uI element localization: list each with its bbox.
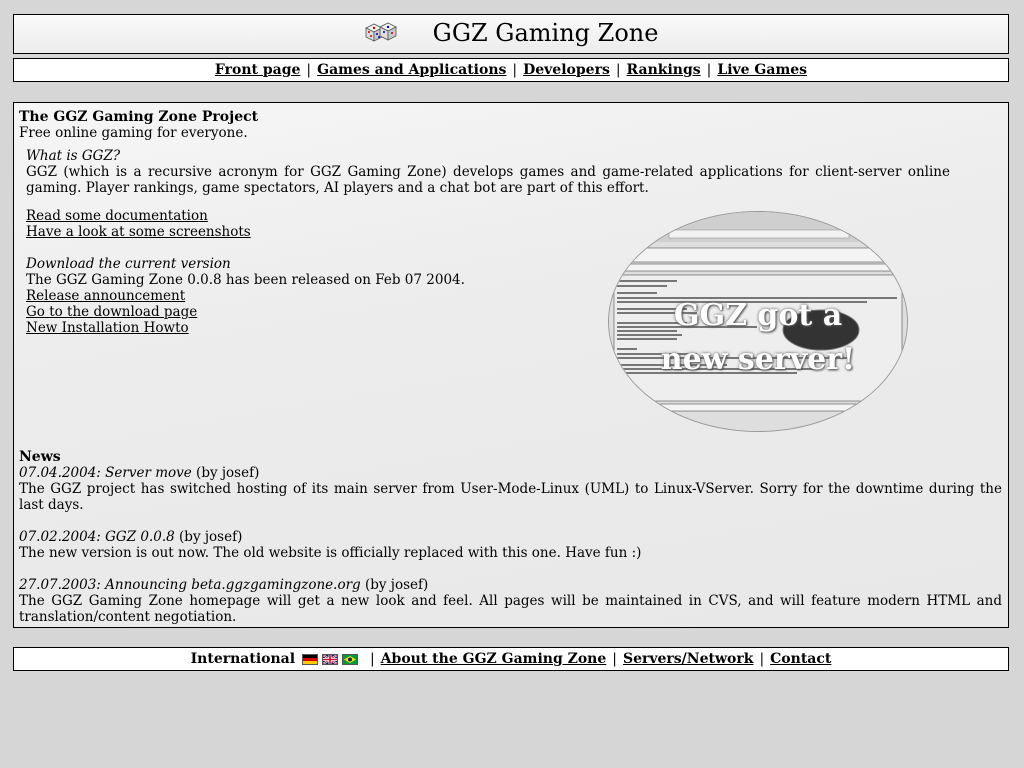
news-date: 07.04.2004: bbox=[19, 465, 101, 481]
news-author: (by josef) bbox=[179, 529, 243, 545]
news-author: (by josef) bbox=[196, 465, 260, 481]
nav-separator: | bbox=[706, 62, 712, 78]
german-flag-icon[interactable] bbox=[301, 653, 318, 665]
screenshot-overlay-text: GGZ got a new server! bbox=[609, 294, 907, 382]
news-date: 27.07.2003: bbox=[19, 577, 101, 593]
servers-network-link[interactable]: Servers/Network bbox=[623, 651, 753, 667]
what-is-ggz-section: What is GGZ? bbox=[26, 148, 1002, 164]
header-bar: GGZ Gaming Zone bbox=[13, 14, 1009, 54]
documentation-link[interactable]: Read some documentation bbox=[26, 208, 208, 224]
contact-link[interactable]: Contact bbox=[770, 651, 831, 667]
nav-front-page[interactable]: Front page bbox=[215, 62, 300, 78]
project-title: The GGZ Gaming Zone Project bbox=[19, 109, 259, 125]
news-item: 07.04.2004: Server move (by josef) The G… bbox=[19, 465, 1002, 513]
overlay-line: GGZ got a bbox=[673, 298, 843, 333]
news-text: The new version is out now. The old webs… bbox=[19, 545, 642, 561]
international-label: International bbox=[190, 651, 296, 667]
nav-developers[interactable]: Developers bbox=[523, 62, 610, 78]
tagline: Free online gaming for everyone. bbox=[19, 125, 248, 141]
footer-separator: | bbox=[369, 651, 375, 667]
nav-games-and-applications[interactable]: Games and Applications bbox=[317, 62, 506, 78]
what-is-ggz-heading: What is GGZ? bbox=[26, 148, 121, 164]
about-ggz-link[interactable]: About the GGZ Gaming Zone bbox=[381, 651, 607, 667]
nav-separator: | bbox=[615, 62, 621, 78]
footer-separator: | bbox=[612, 651, 617, 667]
dice-icon bbox=[364, 20, 398, 46]
site-title: GGZ Gaming Zone bbox=[432, 19, 659, 47]
main-nav: Front page | Games and Applications | Develo… bbox=[13, 58, 1009, 82]
nav-live-games[interactable]: Live Games bbox=[717, 62, 807, 78]
installation-howto-link[interactable]: New Installation Howto bbox=[26, 320, 189, 336]
nav-separator: | bbox=[306, 62, 312, 78]
release-announcement-link[interactable]: Release announcement bbox=[26, 288, 185, 304]
footer-bar: International | About the GGZ Gaming Zone… bbox=[13, 647, 1009, 671]
news-item: 27.07.2003: Announcing beta.ggzgamingzon… bbox=[19, 577, 1002, 625]
what-is-ggz-text: GGZ (which is a recursive acronym for GG… bbox=[26, 164, 950, 196]
news-item: 07.02.2004: GGZ 0.0.8 (by josef) The new… bbox=[19, 529, 1002, 561]
overlay-line: new server! bbox=[660, 342, 856, 377]
news-title: GGZ 0.0.8 bbox=[105, 529, 175, 545]
news-date: 07.02.2004: bbox=[19, 529, 101, 545]
nav-separator: | bbox=[512, 62, 518, 78]
news-author: (by josef) bbox=[364, 577, 429, 593]
news-section: News 07.04.2004: Server move (by josef) … bbox=[19, 449, 1002, 625]
brazil-flag-icon[interactable] bbox=[341, 653, 358, 665]
news-title: Server move bbox=[105, 465, 192, 481]
screenshots-link[interactable]: Have a look at some screenshots bbox=[26, 224, 251, 240]
news-text: The GGZ Gaming Zone homepage will get a … bbox=[19, 593, 1002, 625]
footer-separator: | bbox=[759, 651, 765, 667]
nav-rankings[interactable]: Rankings bbox=[627, 62, 701, 78]
news-title: Announcing beta.ggzgamingzone.org bbox=[105, 577, 361, 593]
news-heading: News bbox=[19, 449, 61, 465]
screenshot-thumbnail[interactable]: GGZ got a new server! bbox=[608, 211, 908, 432]
uk-flag-icon[interactable] bbox=[321, 653, 338, 665]
news-text: The GGZ project has switched hosting of … bbox=[19, 481, 1002, 513]
download-page-link[interactable]: Go to the download page bbox=[26, 304, 197, 320]
